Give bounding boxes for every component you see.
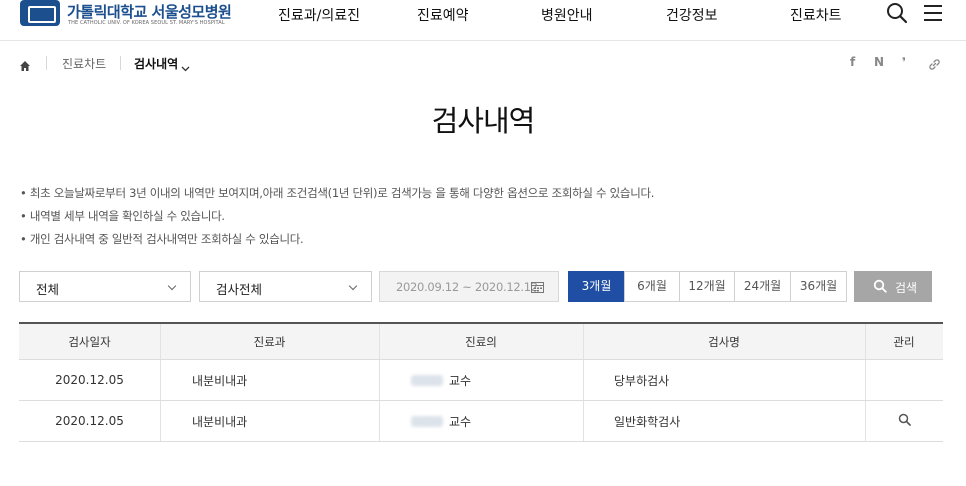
doctor-title: 교수 xyxy=(449,414,472,429)
redacted-doctor-name xyxy=(411,415,443,427)
department-select-value: 전체 xyxy=(36,282,60,297)
column-divider xyxy=(160,360,161,400)
logo-subtitle: THE CATHOLIC UNIV. OF KOREA SEOUL ST. MA… xyxy=(68,20,225,26)
notice-item: • 최초 오늘날짜로부터 3년 이내의 내역만 보여지며,아래 조건검색(1년 … xyxy=(20,186,655,200)
search-icon[interactable] xyxy=(886,2,908,28)
nav-departments[interactable]: 진료과/의료진 xyxy=(278,5,360,25)
date-range-value: 2020.09.12 ~ 2020.12.12 xyxy=(396,280,538,294)
exam-select[interactable]: 검사전체 xyxy=(199,271,372,302)
header-doctor: 진료의 xyxy=(465,334,497,349)
table-row[interactable]: 2020.12.05 내분비내과 교수 일반화학검사 xyxy=(19,401,943,442)
column-divider xyxy=(379,401,380,441)
column-divider xyxy=(379,360,380,400)
header-exam-name: 검사명 xyxy=(708,334,740,349)
search-icon xyxy=(873,279,887,296)
breadcrumb-level1[interactable]: 진료차트 xyxy=(62,55,106,72)
chevron-down-icon xyxy=(348,281,358,291)
table-row[interactable]: 2020.12.05 내분비내과 교수 당부하검사 xyxy=(19,360,943,401)
hospital-logo-icon[interactable] xyxy=(20,0,60,26)
date-range-input[interactable]: 2020.09.12 ~ 2020.12.12 xyxy=(379,271,559,302)
period-36-months-button[interactable]: 36개월 xyxy=(790,271,847,302)
cell-manage xyxy=(865,401,943,441)
period-6-months-button[interactable]: 6개월 xyxy=(624,271,680,302)
nav-health-info[interactable]: 건강정보 xyxy=(666,5,718,25)
header-department: 진료과 xyxy=(253,334,286,349)
nav-reservation[interactable]: 진료예약 xyxy=(417,5,469,25)
cell-department: 내분비내과 xyxy=(192,414,248,429)
period-24-months-button[interactable]: 24개월 xyxy=(734,271,791,302)
breadcrumb-divider xyxy=(46,56,47,70)
search-button[interactable]: 검색 xyxy=(854,271,932,302)
period-3-months-button[interactable]: 3개월 xyxy=(568,271,625,302)
search-button-label: 검색 xyxy=(895,281,918,295)
site-header: 가톨릭대학교 서울성모병원 THE CATHOLIC UNIV. OF KORE… xyxy=(0,0,966,41)
department-select[interactable]: 전체 xyxy=(19,271,191,302)
notice-item: • 내역별 세부 내역을 확인하실 수 있습니다. xyxy=(20,209,225,223)
header-manage: 관리 xyxy=(893,334,915,349)
table-header: 검사일자 진료과 진료의 검사명 관리 xyxy=(19,322,943,360)
calendar-icon[interactable] xyxy=(531,281,544,296)
cell-exam-date: 2020.12.05 xyxy=(55,373,124,387)
link-icon[interactable] xyxy=(928,56,941,75)
naver-icon[interactable]: N xyxy=(874,55,884,69)
facebook-icon[interactable]: f xyxy=(850,55,855,69)
nav-hospital-info[interactable]: 병원안내 xyxy=(541,5,593,25)
cell-exam-name: 일반화학검사 xyxy=(614,414,681,429)
redacted-doctor-name xyxy=(411,374,443,386)
doctor-title: 교수 xyxy=(449,373,472,388)
header-exam-date: 검사일자 xyxy=(68,334,111,349)
cell-doctor: 교수 xyxy=(411,360,471,400)
nav-medical-chart[interactable]: 진료차트 xyxy=(790,5,842,25)
page-title: 검사내역 xyxy=(431,104,536,138)
period-12-months-button[interactable]: 12개월 xyxy=(679,271,735,302)
home-icon[interactable] xyxy=(19,57,31,76)
search-icon[interactable] xyxy=(898,413,911,429)
cell-doctor: 교수 xyxy=(411,401,471,441)
kakao-story-icon[interactable]: ❜ xyxy=(902,55,906,69)
cell-exam-name: 당부하검사 xyxy=(614,373,670,388)
cell-exam-date: 2020.12.05 xyxy=(55,414,124,428)
column-divider xyxy=(583,401,584,441)
logo-title[interactable]: 가톨릭대학교 서울성모병원 xyxy=(67,1,232,22)
menu-icon[interactable] xyxy=(922,2,944,28)
notice-item: • 개인 검사내역 중 일반적 검사내역만 조회하실 수 있습니다. xyxy=(20,232,304,246)
breadcrumb-level2[interactable]: 검사내역 xyxy=(134,55,178,72)
column-divider xyxy=(160,401,161,441)
cell-manage xyxy=(865,360,943,400)
chevron-down-icon xyxy=(167,281,177,291)
chevron-down-icon[interactable] xyxy=(181,58,190,77)
breadcrumb-divider xyxy=(120,56,121,70)
exam-select-value: 검사전체 xyxy=(216,282,263,297)
column-divider xyxy=(583,360,584,400)
cell-department: 내분비내과 xyxy=(192,373,248,388)
